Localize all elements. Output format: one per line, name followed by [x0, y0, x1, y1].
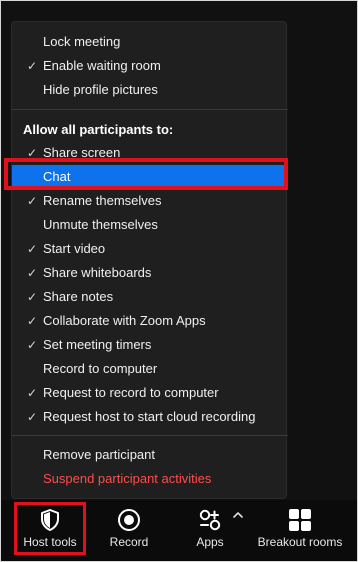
- menu-item-share-whiteboards[interactable]: ✓ Share whiteboards: [12, 261, 288, 285]
- menu-item-remove-participant[interactable]: Remove participant: [12, 443, 288, 467]
- menu-item-hide-profile-pictures[interactable]: Hide profile pictures: [12, 78, 288, 102]
- host-tools-annotation-frame: [14, 502, 86, 555]
- menu-item-label: Set meeting timers: [43, 337, 152, 352]
- menu-item-lock-meeting[interactable]: Lock meeting: [12, 30, 288, 54]
- record-icon: [116, 507, 142, 533]
- menu-divider: [12, 435, 288, 436]
- menu-item-label: Lock meeting: [43, 34, 121, 49]
- menu-item-rename-themselves[interactable]: ✓ Rename themselves: [12, 189, 288, 213]
- section-header-allow-participants: Allow all participants to:: [23, 122, 174, 137]
- menu-item-request-cloud-recording[interactable]: ✓ Request host to start cloud recording: [12, 405, 288, 429]
- menu-item-unmute-themselves[interactable]: Unmute themselves: [12, 213, 288, 237]
- grid-icon: [287, 507, 313, 533]
- menu-item-label: Unmute themselves: [43, 217, 158, 232]
- menu-item-label: Share whiteboards: [43, 265, 152, 280]
- menu-item-start-video[interactable]: ✓ Start video: [12, 237, 288, 261]
- menu-item-label: Hide profile pictures: [43, 82, 158, 97]
- host-tools-menu: Lock meeting ✓ Enable waiting room Hide …: [11, 21, 288, 499]
- menu-item-label: Rename themselves: [43, 193, 162, 208]
- check-icon: ✓: [26, 194, 38, 208]
- menu-item-label: Collaborate with Zoom Apps: [43, 313, 206, 328]
- menu-item-collaborate-zoom-apps[interactable]: ✓ Collaborate with Zoom Apps: [12, 309, 288, 333]
- menu-item-label: Share notes: [43, 289, 114, 304]
- apps-label: Apps: [196, 535, 224, 549]
- menu-item-label: Request host to start cloud recording: [43, 409, 256, 424]
- check-icon: ✓: [26, 386, 38, 400]
- app-window: Lock meeting ✓ Enable waiting room Hide …: [0, 0, 358, 562]
- chat-annotation-frame: [4, 158, 288, 190]
- check-icon: ✓: [26, 266, 38, 280]
- check-icon: ✓: [26, 290, 38, 304]
- check-icon: ✓: [26, 410, 38, 424]
- breakout-rooms-label: Breakout rooms: [257, 535, 343, 549]
- apps-options-chevron-icon[interactable]: [231, 508, 245, 522]
- check-icon: ✓: [26, 59, 38, 73]
- menu-item-suspend-activities[interactable]: Suspend participant activities: [12, 467, 288, 491]
- menu-item-label: Record to computer: [43, 361, 158, 376]
- menu-item-enable-waiting-room[interactable]: ✓ Enable waiting room: [12, 54, 288, 78]
- breakout-rooms-button[interactable]: Breakout rooms: [253, 500, 347, 561]
- menu-item-label: Start video: [43, 241, 106, 256]
- menu-item-label: Suspend participant activities: [43, 471, 212, 486]
- record-button[interactable]: Record: [96, 500, 162, 561]
- check-icon: ✓: [26, 242, 38, 256]
- apps-icon: [197, 507, 223, 533]
- menu-item-label: Enable waiting room: [43, 58, 161, 73]
- menu-item-share-notes[interactable]: ✓ Share notes: [12, 285, 288, 309]
- check-icon: ✓: [26, 338, 38, 352]
- menu-item-label: Remove participant: [43, 447, 155, 462]
- menu-item-label: Request to record to computer: [43, 385, 219, 400]
- check-icon: ✓: [26, 314, 38, 328]
- menu-divider: [12, 109, 288, 110]
- menu-item-request-record-to-computer[interactable]: ✓ Request to record to computer: [12, 381, 288, 405]
- menu-item-record-to-computer[interactable]: Record to computer: [12, 357, 288, 381]
- record-label: Record: [109, 535, 149, 549]
- menu-item-set-meeting-timers[interactable]: ✓ Set meeting timers: [12, 333, 288, 357]
